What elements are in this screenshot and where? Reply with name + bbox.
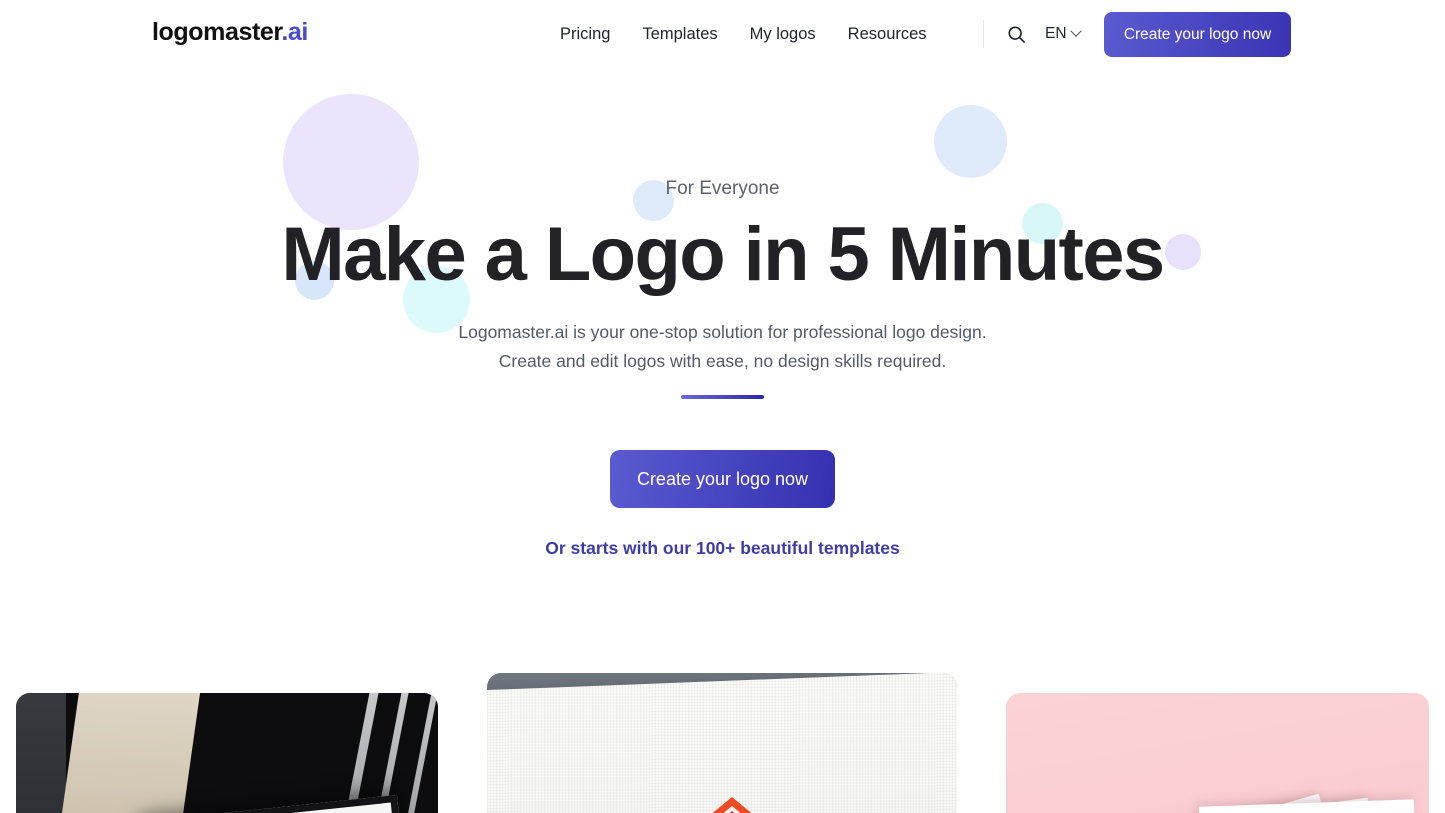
card-2-orange-logo-mark <box>712 797 752 813</box>
nav-item-pricing[interactable]: Pricing <box>560 22 626 46</box>
search-icon <box>1007 25 1025 43</box>
nav-item-resources[interactable]: Resources <box>832 22 943 46</box>
hero-subtitle: Logomaster.ai is your one-stop solution … <box>0 318 1445 375</box>
hero-eyebrow: For Everyone <box>665 178 780 199</box>
card-1-stone-wall <box>43 693 205 813</box>
header-create-logo-button[interactable]: Create your logo now <box>1104 12 1291 57</box>
main-navigation: Pricing Templates My logos Resources <box>560 22 943 46</box>
card-1-stripe-1 <box>329 693 384 813</box>
hero-subtitle-line-1: Logomaster.ai is your one-stop solution … <box>458 322 987 342</box>
brand-logo[interactable]: logomaster.ai <box>152 20 308 45</box>
logo-showcase-gallery <box>0 0 1445 813</box>
landing-page: logomaster.ai Pricing Templates My logos… <box>0 0 1445 813</box>
gallery-card-storefront-signage[interactable] <box>16 693 438 813</box>
card-1-left-panel <box>16 693 66 813</box>
templates-link-wrapper: Or starts with our 100+ beautiful templa… <box>0 536 1445 560</box>
hero-create-logo-button[interactable]: Create your logo now <box>610 450 835 508</box>
gallery-card-letterpress-paper[interactable] <box>487 673 957 813</box>
chevron-down-icon <box>1069 25 1082 37</box>
hero-subtitle-line-2: Create and edit logos with ease, no desi… <box>498 350 947 371</box>
nav-item-templates[interactable]: Templates <box>626 22 733 46</box>
gallery-card-stationery-pink[interactable] <box>1006 693 1429 813</box>
brand-suffix: .ai <box>281 18 308 46</box>
language-selector[interactable]: EN <box>1045 24 1082 44</box>
brand-name: logomaster <box>152 18 282 46</box>
hero-accent-rule <box>681 395 764 399</box>
header-divider <box>983 20 984 48</box>
search-button[interactable] <box>1005 23 1027 45</box>
site-header: logomaster.ai Pricing Templates My logos… <box>0 0 1445 68</box>
page-title: Make a Logo in 5 Minutes <box>281 212 1165 297</box>
language-code: EN <box>1045 25 1067 42</box>
nav-item-my-logos[interactable]: My logos <box>734 22 832 46</box>
browse-templates-link[interactable]: Or starts with our 100+ beautiful templa… <box>545 538 899 558</box>
